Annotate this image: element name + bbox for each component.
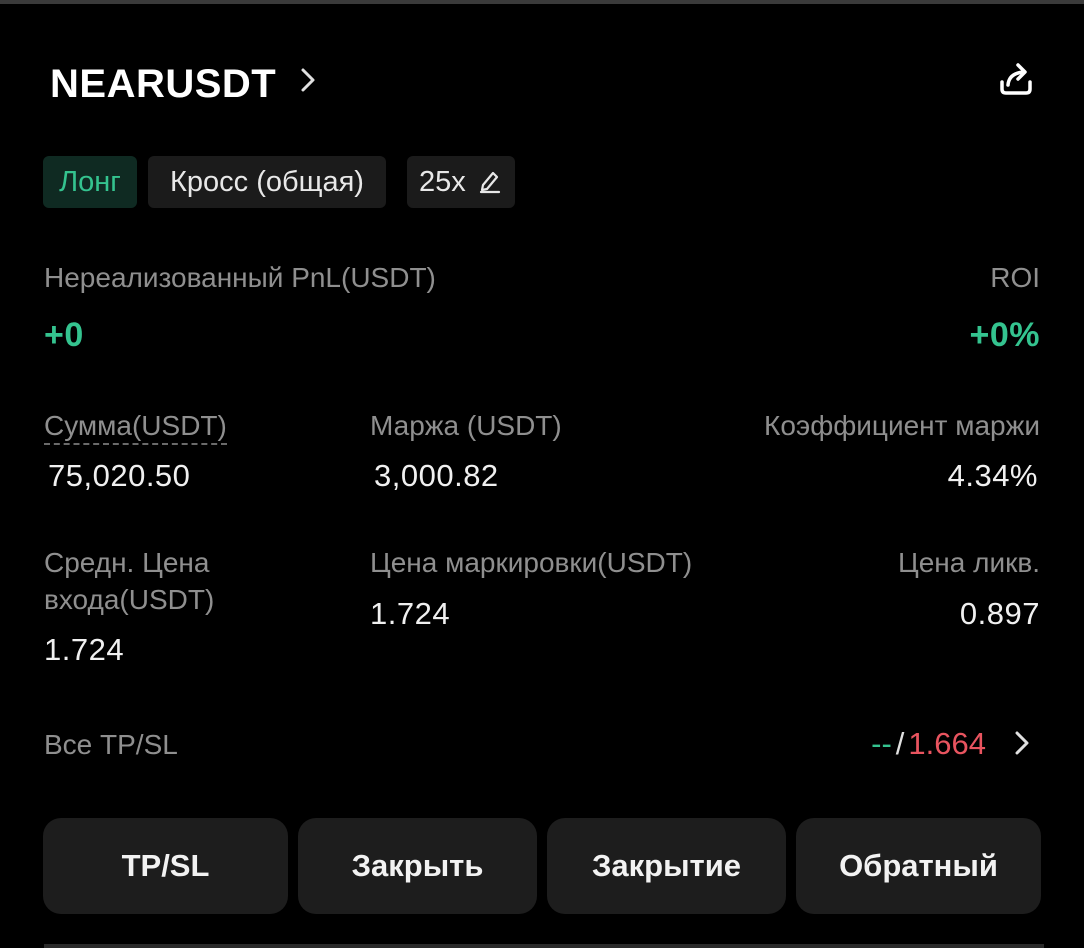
reverse-button[interactable]: Обратный [796,818,1041,914]
leverage-button[interactable]: 25x [407,156,515,208]
entry-price-value: 1.724 [44,632,125,667]
position-header: NEARUSDT [50,58,1040,114]
roi-value: +0% [969,316,1040,354]
side-badge: Лонг [43,156,137,208]
edit-pencil-icon [479,171,501,194]
tp-value: -- [871,726,892,761]
unrealized-pnl-label: Нереализованный PnL(USDT) [44,262,436,293]
top-divider [0,0,1084,4]
entry-price-label-line2: входа(USDT) [44,584,215,615]
chevron-right-icon[interactable] [1012,728,1032,758]
margin-ratio-label: Коэффициент маржи [764,410,1040,441]
share-icon[interactable] [996,58,1036,98]
all-tpsl-label: Все TP/SL [44,729,178,760]
tpsl-separator: / [895,726,905,761]
mark-price-value: 1.724 [370,596,451,631]
leverage-value: 25x [419,166,466,198]
margin-label: Маржа (USDT) [370,410,562,441]
liquidation-price-value: 0.897 [959,596,1040,631]
amount-value: 75,020.50 [48,458,191,493]
margin-ratio-value: 4.34% [947,458,1038,493]
symbol-title[interactable]: NEARUSDT [50,62,276,107]
bottom-divider [44,944,1044,948]
sl-value: 1.664 [908,726,986,761]
margin-mode-badge: Кросс (общая) [148,156,386,208]
margin-value: 3,000.82 [374,458,499,493]
tpsl-button[interactable]: TP/SL [43,818,288,914]
liquidation-price-label: Цена ликв. [898,547,1040,578]
amount-label[interactable]: Сумма(USDT) [44,410,227,445]
entry-price-label-line1: Средн. Цена [44,547,210,578]
chevron-right-icon[interactable] [298,64,318,96]
mark-price-label: Цена маркировки(USDT) [370,547,693,578]
close-all-button[interactable]: Закрытие [547,818,786,914]
tpsl-values[interactable]: --/1.664 [871,726,986,762]
roi-label: ROI [990,262,1040,293]
unrealized-pnl-value: +0 [44,316,84,354]
close-button[interactable]: Закрыть [298,818,537,914]
